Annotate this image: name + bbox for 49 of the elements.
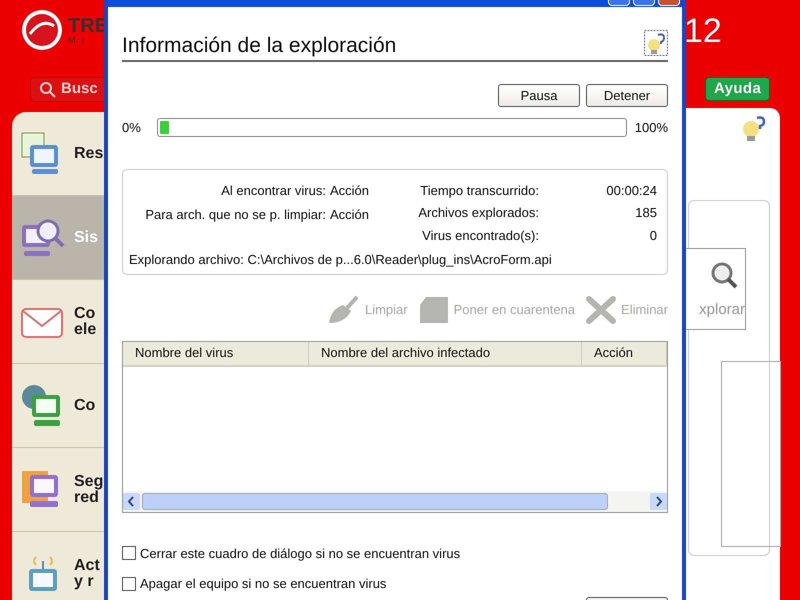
dialog-button[interactable]: Detener — [586, 84, 668, 107]
info-label: Al encontrar virus: — [221, 182, 326, 200]
info-value: Acción — [330, 182, 369, 200]
checkbox-label: Apagar el equipo si no se encuentran virus — [140, 575, 386, 593]
checkbox-label: Cerrar este cuadro de diálogo si no se encuentran virus — [140, 544, 460, 563]
info-value: 0 — [648, 226, 657, 244]
sidebar-label: y r — [74, 574, 95, 590]
sidebar-label: Res — [74, 146, 104, 162]
sidebar-label: Co — [74, 306, 96, 322]
progress-end-label: 100% — [634, 119, 668, 137]
scroll-right-icon[interactable] — [650, 492, 667, 510]
search-icon — [39, 80, 57, 98]
sidebar-label: ele — [74, 322, 96, 338]
info-label: Virus encontrado(s): — [421, 226, 539, 245]
dialog-button[interactable]: Pausa — [498, 84, 580, 107]
sidebar-label: Co — [74, 398, 96, 414]
document-icon — [418, 294, 450, 324]
column-header[interactable]: Acción — [582, 342, 667, 364]
info-value: 00:00:24 — [605, 182, 657, 200]
lightbulb-help-icon — [740, 114, 768, 142]
minimize-button[interactable] — [608, 0, 630, 6]
horizontal-scrollbar[interactable] — [123, 490, 667, 512]
info-label: Archivos explorados: — [417, 204, 539, 222]
lightbulb-help-icon[interactable] — [644, 30, 668, 56]
sidebar-label: Sis — [74, 230, 98, 246]
column-header[interactable]: Nombre del archivo infectado — [309, 342, 582, 364]
scrollbar-thumb[interactable] — [142, 492, 608, 510]
maximize-button[interactable] — [633, 0, 655, 6]
info-label: Tiempo transcurrido: — [419, 182, 539, 200]
logo-subtext: MI — [68, 36, 91, 44]
x-mark-icon — [585, 294, 618, 324]
broom-icon — [326, 294, 361, 324]
sidebar-label: Seg — [74, 474, 104, 490]
version-label: 12 — [684, 14, 722, 48]
logo-icon — [20, 8, 64, 52]
dialog-heading: Información de la exploración — [122, 35, 396, 56]
sidebar-label: Act — [74, 558, 100, 574]
info-value: 185 — [634, 204, 657, 222]
magnifier-icon — [709, 261, 739, 291]
scroll-left-icon[interactable] — [123, 492, 140, 510]
sidebar-label: red — [74, 490, 99, 506]
progress-start-label: 0% — [122, 119, 142, 137]
info-value: Acción — [330, 206, 369, 224]
info-label: Para arch. que no se p. limpiar: — [145, 206, 326, 224]
checkbox[interactable] — [122, 576, 136, 591]
column-header[interactable]: Nombre del virus — [123, 342, 309, 364]
checkbox[interactable] — [122, 546, 136, 560]
current-file-text: Explorando archivo: C:\Archivos de p...6.0\Reader\plug_ins\AcroForm.api — [129, 251, 553, 269]
close-button[interactable] — [658, 0, 680, 6]
